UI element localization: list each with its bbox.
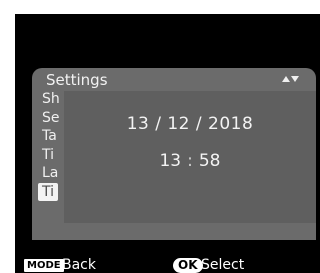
ok-button-icon[interactable]: OK — [173, 258, 203, 273]
button-guide-bar: MODE Back OK Select — [15, 257, 320, 273]
scroll-up-down-icon — [282, 76, 299, 82]
menu-item-label: La — [42, 165, 59, 181]
select-label: Select — [201, 257, 245, 273]
time-minutes[interactable]: 58 — [199, 151, 221, 171]
date-value[interactable]: 13 / 12 / 2018 — [64, 114, 316, 134]
menu-item-selected[interactable]: Ti — [38, 182, 58, 201]
menu-item-label: Sh — [42, 91, 60, 107]
time-value[interactable]: 13:58 — [64, 151, 316, 171]
time-separator: : — [187, 151, 193, 171]
menu-item-label: Ti — [42, 183, 55, 200]
time-hours[interactable]: 13 — [159, 151, 181, 171]
mode-button-icon[interactable]: MODE — [24, 259, 64, 272]
back-label: Back — [62, 257, 96, 273]
menu-item-label: Se — [42, 109, 60, 126]
menu-title: Settings — [46, 71, 108, 89]
menu-item-label: Ta — [42, 128, 57, 144]
menu-item-label: Ti — [42, 146, 55, 163]
date-time-dialog: 13 / 12 / 2018 13:58 — [64, 91, 316, 223]
camera-screen: MODE Back OK Select Settings Sh Se Ta Ti… — [0, 0, 320, 273]
